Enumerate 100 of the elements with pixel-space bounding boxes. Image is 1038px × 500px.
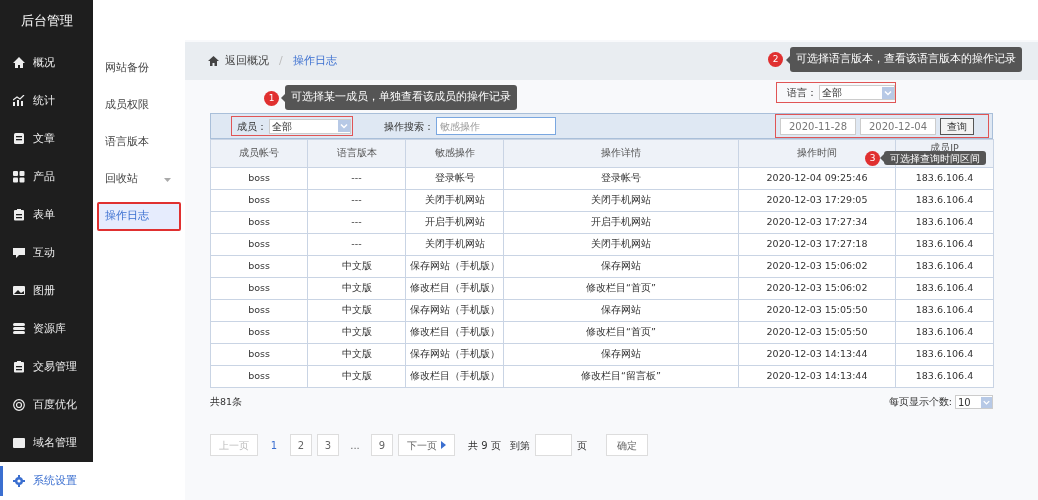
caret-icon: [441, 441, 446, 449]
member-label: 成员：: [237, 119, 267, 134]
page-button[interactable]: 3: [317, 434, 339, 456]
page-number-field[interactable]: [534, 434, 572, 456]
sidebar-item[interactable]: 互动: [0, 234, 93, 272]
pagination-ellipsis: ...: [349, 438, 361, 453]
breadcrumb-current: 操作日志: [292, 52, 337, 69]
query-button[interactable]: 查询: [940, 117, 974, 135]
column-header: 成员帐号: [239, 147, 279, 159]
start-date-field[interactable]: 2020-11-28: [780, 117, 856, 135]
table-cell: 中文版: [307, 343, 406, 366]
subnav-item[interactable]: 操作日志: [97, 202, 181, 231]
image-icon: [13, 285, 25, 297]
table-cell: 保存网站: [503, 343, 739, 366]
table-cell: 183.6.106.4: [895, 277, 994, 300]
table-cell: 登录帐号: [405, 167, 504, 190]
table-cell: 修改栏目“首页”: [503, 277, 739, 300]
table-cell: ---: [307, 211, 406, 234]
table-cell: 183.6.106.4: [895, 365, 994, 388]
breadcrumb-separator: /: [278, 52, 284, 69]
table-cell: 2020-12-03 14:13:44: [738, 365, 896, 388]
subnav-item[interactable]: 回收站: [97, 165, 181, 194]
confirm-button[interactable]: 确定: [605, 434, 648, 456]
table-cell: 中文版: [307, 365, 406, 388]
table-cell: boss: [210, 189, 308, 212]
table-cell: boss: [210, 233, 308, 256]
database-icon: [13, 323, 25, 335]
subnav-item[interactable]: 成员权限: [97, 91, 181, 120]
table-cell: 183.6.106.4: [895, 189, 994, 212]
square-icon: [13, 437, 25, 449]
table-cell: ---: [307, 189, 406, 212]
table-cell: 183.6.106.4: [895, 255, 994, 278]
table-cell: 中文版: [307, 277, 406, 300]
table-cell: 中文版: [307, 299, 406, 322]
language-label: 语言：: [787, 86, 817, 100]
home-icon: [208, 56, 219, 66]
sidebar-item[interactable]: 图册: [0, 272, 93, 310]
sidebar-item[interactable]: 资源库: [0, 310, 93, 348]
table-cell: 2020-12-03 15:06:02: [738, 277, 896, 300]
grid-icon: [13, 171, 25, 183]
chat-icon: [13, 247, 25, 259]
subnav-item[interactable]: 语言版本: [97, 128, 181, 157]
caret-icon: [164, 177, 171, 182]
subnav-item[interactable]: 网站备份: [97, 54, 181, 83]
goto-label: 到第: [509, 438, 530, 453]
search-field[interactable]: 敏感操作: [436, 117, 556, 135]
back-link[interactable]: 返回概况: [225, 52, 269, 70]
table-cell: 保存网站（手机版）: [405, 255, 504, 278]
table-cell: 183.6.106.4: [895, 211, 994, 234]
table-cell: 保存网站（手机版）: [405, 343, 504, 366]
table-cell: 183.6.106.4: [895, 233, 994, 256]
sidebar-item[interactable]: 产品: [0, 158, 93, 196]
table-cell: ---: [307, 167, 406, 190]
table-cell: boss: [210, 321, 308, 344]
step-number-badge: 1: [264, 91, 279, 106]
table-cell: boss: [210, 277, 308, 300]
sidebar-item[interactable]: 系统设置: [0, 462, 93, 500]
language-select[interactable]: 全部: [819, 85, 895, 100]
sidebar-item[interactable]: 表单: [0, 196, 93, 234]
page-button[interactable]: 9: [371, 434, 393, 456]
table-cell: 2020-12-04 09:25:46: [738, 167, 896, 190]
table-cell: 关闭手机网站: [503, 189, 739, 212]
table-cell: 修改栏目“留言板”: [503, 365, 739, 388]
table-cell: 登录帐号: [503, 167, 739, 190]
table-cell: 2020-12-03 15:05:50: [738, 321, 896, 344]
next-page-button[interactable]: 下一页: [398, 434, 455, 456]
clipboard-icon: [13, 361, 25, 373]
table-cell: ---: [307, 233, 406, 256]
page-button[interactable]: 2: [290, 434, 312, 456]
table-cell: 2020-12-03 15:05:50: [738, 299, 896, 322]
home-icon: [13, 57, 25, 69]
page-button[interactable]: 1: [263, 434, 285, 456]
search-label: 操作搜索：: [384, 119, 434, 134]
sidebar-item[interactable]: 交易管理: [0, 348, 93, 386]
table-cell: 开启手机网站: [503, 211, 739, 234]
table-cell: boss: [210, 343, 308, 366]
column-header: 操作时间: [797, 147, 837, 159]
sidebar-item[interactable]: 概况: [0, 44, 93, 82]
dropdown-icon: [882, 86, 894, 99]
member-select[interactable]: 全部: [269, 118, 351, 134]
table-cell: 保存网站: [503, 299, 739, 322]
table-cell: boss: [210, 299, 308, 322]
sidebar-item[interactable]: 域名管理: [0, 424, 93, 462]
table-cell: 中文版: [307, 321, 406, 344]
page-size-label: 每页显示个数:: [888, 394, 952, 409]
table-cell: 开启手机网站: [405, 211, 504, 234]
sidebar-item[interactable]: 百度优化: [0, 386, 93, 424]
table-cell: boss: [210, 255, 308, 278]
sidebar-item[interactable]: 统计: [0, 82, 93, 120]
end-date-field[interactable]: 2020-12-04: [860, 117, 936, 135]
sidebar-item[interactable]: 文章: [0, 120, 93, 158]
page-total: 共 9 页: [468, 438, 501, 453]
table-cell: 2020-12-03 17:29:05: [738, 189, 896, 212]
chart-icon: [13, 95, 25, 107]
table-cell: 183.6.106.4: [895, 299, 994, 322]
column-header: 语言版本: [336, 147, 377, 159]
table-cell: 修改栏目（手机版）: [405, 321, 504, 344]
table-cell: 修改栏目“首页”: [503, 321, 739, 344]
page-size-select[interactable]: 10: [955, 395, 993, 409]
table-cell: 中文版: [307, 255, 406, 278]
